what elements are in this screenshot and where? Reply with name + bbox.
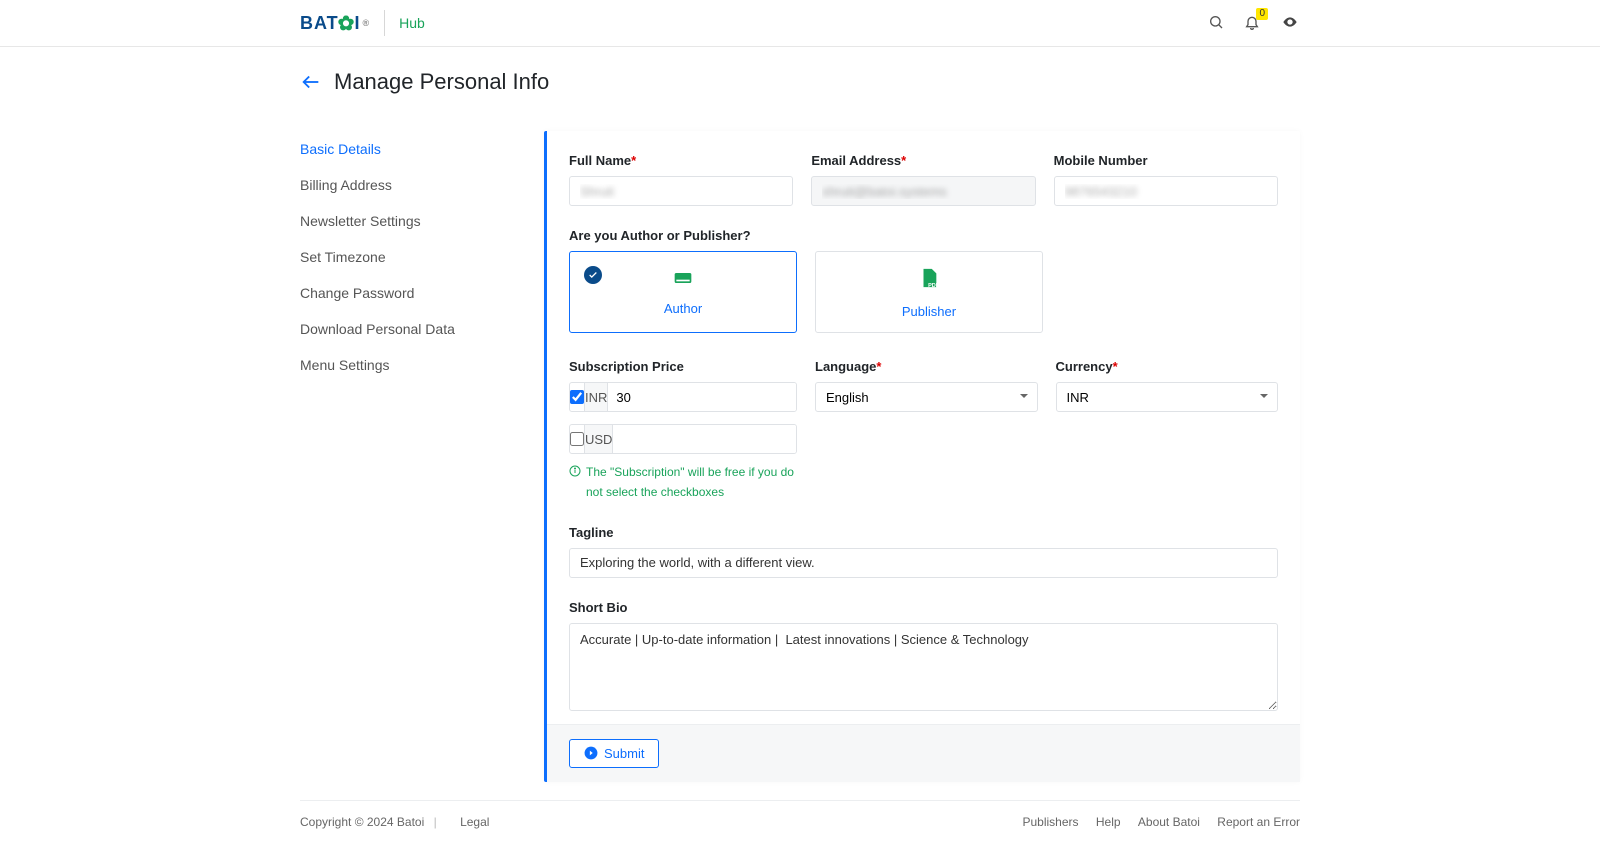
role-label: Are you Author or Publisher? — [569, 228, 1278, 243]
footer-link-publishers[interactable]: Publishers — [1023, 815, 1079, 829]
full-name-label: Full Name* — [569, 153, 793, 168]
submit-bar: Submit — [547, 724, 1300, 782]
author-icon — [670, 268, 696, 291]
visibility-icon[interactable] — [1280, 14, 1300, 33]
mobile-label: Mobile Number — [1054, 153, 1278, 168]
back-arrow-icon[interactable] — [300, 71, 322, 93]
currency-label: Currency* — [1056, 359, 1279, 374]
price-currency-usd: USD — [585, 425, 613, 453]
sidebar-item-billing-address[interactable]: Billing Address — [300, 167, 544, 203]
tagline-input[interactable] — [569, 548, 1278, 578]
logo[interactable]: BAT✿I® — [300, 11, 370, 36]
sidebar-item-download-personal-data[interactable]: Download Personal Data — [300, 311, 544, 347]
svg-text:PDF: PDF — [928, 283, 940, 289]
mobile-input[interactable] — [1054, 176, 1278, 206]
price-row-inr: INR — [569, 382, 797, 412]
notifications-icon[interactable]: 0 — [1244, 14, 1260, 33]
language-label: Language* — [815, 359, 1038, 374]
copyright-text: Copyright © 2024 Batoi — [300, 815, 424, 829]
email-input — [811, 176, 1035, 206]
page-title: Manage Personal Info — [334, 69, 549, 95]
info-icon — [569, 465, 581, 477]
leaf-icon: ✿ — [338, 11, 356, 36]
tagline-label: Tagline — [569, 525, 1278, 540]
sidebar-item-change-password[interactable]: Change Password — [300, 275, 544, 311]
language-select[interactable]: English — [815, 382, 1038, 412]
role-card-publisher[interactable]: PDF Publisher — [815, 251, 1043, 333]
bio-label: Short Bio — [569, 600, 1278, 615]
price-check-inr[interactable] — [570, 390, 584, 404]
role-card-author[interactable]: Author — [569, 251, 797, 333]
email-label: Email Address* — [811, 153, 1035, 168]
currency-select[interactable]: INR — [1056, 382, 1279, 412]
role-label-author: Author — [664, 301, 702, 316]
submit-button[interactable]: Submit — [569, 739, 659, 768]
role-label-publisher: Publisher — [902, 304, 956, 319]
sidebar-item-basic-details[interactable]: Basic Details — [300, 131, 544, 167]
header-divider — [384, 10, 385, 36]
bio-textarea[interactable]: Accurate | Up-to-date information | Late… — [569, 623, 1278, 711]
header: BAT✿I® Hub 0 — [0, 0, 1600, 47]
full-name-input[interactable] — [569, 176, 793, 206]
check-icon — [584, 266, 602, 284]
price-currency-inr: INR — [585, 383, 608, 411]
price-value-inr[interactable] — [608, 383, 797, 411]
footer-link-about-batoi[interactable]: About Batoi — [1138, 815, 1200, 829]
search-icon[interactable] — [1208, 14, 1224, 33]
hub-link[interactable]: Hub — [399, 15, 425, 31]
arrow-circle-right-icon — [584, 746, 598, 760]
price-check-usd[interactable] — [570, 432, 584, 446]
main-panel: Full Name* Email Address* Mobile Number … — [544, 131, 1300, 782]
sidebar: Basic Details Billing Address Newsletter… — [300, 131, 544, 782]
price-value-usd[interactable] — [613, 425, 797, 453]
footer-link-report-error[interactable]: Report an Error — [1217, 815, 1300, 829]
subscription-price-label: Subscription Price — [569, 359, 797, 374]
price-row-usd: USD — [569, 424, 797, 454]
sidebar-item-newsletter-settings[interactable]: Newsletter Settings — [300, 203, 544, 239]
sidebar-item-set-timezone[interactable]: Set Timezone — [300, 239, 544, 275]
sidebar-item-menu-settings[interactable]: Menu Settings — [300, 347, 544, 383]
notification-badge: 0 — [1256, 8, 1268, 20]
footer: Copyright © 2024 Batoi | Legal Publisher… — [300, 800, 1300, 859]
subscription-hint: The "Subscription" will be free if you d… — [569, 462, 797, 503]
publisher-icon: PDF — [918, 265, 940, 294]
footer-link-help[interactable]: Help — [1096, 815, 1121, 829]
footer-link-legal[interactable]: Legal — [460, 815, 489, 829]
